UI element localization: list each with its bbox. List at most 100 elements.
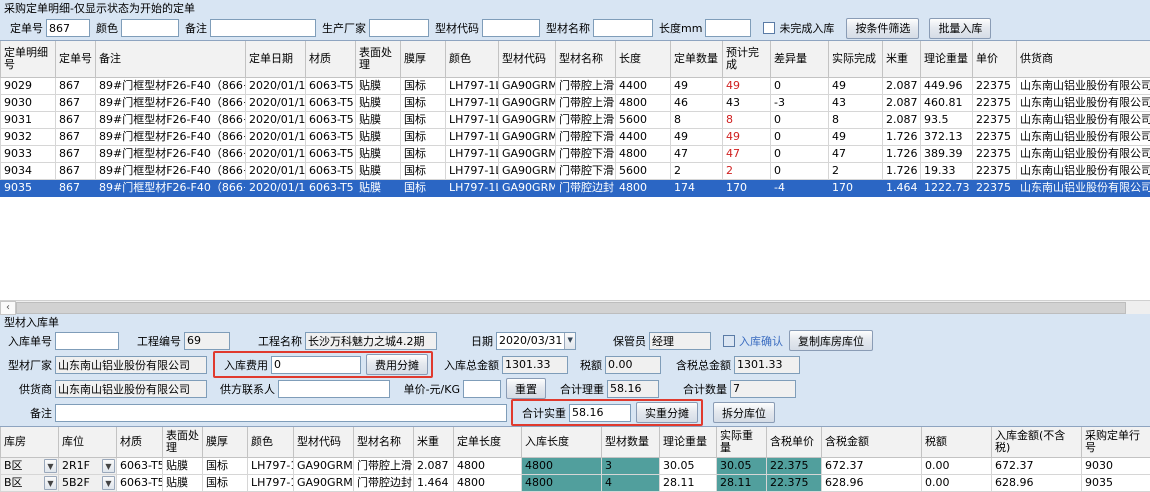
column-header[interactable]: 型材代码 bbox=[499, 41, 556, 77]
table-row[interactable]: B区▼5B2F▼6063-T5贴膜国标LH797-1LL0GA90GRM05门带… bbox=[1, 474, 1150, 491]
column-header[interactable]: 入库长度 bbox=[522, 427, 602, 457]
table-row[interactable]: 903286789#门框型材F26-F40（866+867）2020/01/13… bbox=[1, 128, 1150, 145]
column-header[interactable]: 实际重量 bbox=[717, 427, 767, 457]
tax-input[interactable] bbox=[605, 356, 661, 374]
cell: 174 bbox=[671, 179, 723, 196]
dropdown-icon[interactable]: ▼ bbox=[44, 476, 57, 490]
keeper-input[interactable] bbox=[649, 332, 711, 350]
unit-price-input[interactable] bbox=[463, 380, 501, 398]
table-row[interactable]: 903186789#门框型材F26-F40（866+867）2020/01/13… bbox=[1, 111, 1150, 128]
column-header[interactable]: 含税单价 bbox=[767, 427, 822, 457]
column-header[interactable]: 表面处理 bbox=[163, 427, 203, 457]
column-header[interactable]: 米重 bbox=[883, 41, 921, 77]
table-row[interactable]: 903486789#门框型材F26-F40（866+867）2020/01/13… bbox=[1, 162, 1150, 179]
horizontal-scrollbar[interactable]: ‹ bbox=[0, 300, 1150, 314]
column-header[interactable]: 差异量 bbox=[771, 41, 829, 77]
date-input[interactable]: 2020/03/31 ▼ bbox=[496, 332, 576, 350]
column-header[interactable]: 库位 bbox=[59, 427, 117, 457]
column-header[interactable]: 材质 bbox=[117, 427, 163, 457]
dropdown-icon[interactable]: ▼ bbox=[44, 459, 57, 473]
column-header[interactable]: 定单号 bbox=[56, 41, 96, 77]
checkbox-icon[interactable] bbox=[763, 22, 775, 34]
column-header[interactable]: 税额 bbox=[922, 427, 992, 457]
dropdown-icon[interactable]: ▼ bbox=[102, 459, 115, 473]
column-header[interactable]: 定单长度 bbox=[454, 427, 522, 457]
table-row[interactable]: 903386789#门框型材F26-F40（866+867）2020/01/13… bbox=[1, 145, 1150, 162]
column-header[interactable]: 颜色 bbox=[248, 427, 294, 457]
filter-input-profile-name[interactable] bbox=[593, 19, 653, 37]
date-dropdown-icon[interactable]: ▼ bbox=[564, 333, 575, 349]
column-header[interactable]: 米重 bbox=[414, 427, 454, 457]
fee-allocate-button[interactable]: 费用分摊 bbox=[366, 354, 428, 375]
filter-input-remark[interactable] bbox=[210, 19, 316, 37]
column-header[interactable]: 定单明细号 bbox=[1, 41, 56, 77]
column-header[interactable]: 型材名称 bbox=[556, 41, 616, 77]
copy-warehouse-button[interactable]: 复制库房库位 bbox=[789, 330, 873, 351]
supplier-contact-input[interactable] bbox=[278, 380, 390, 398]
column-header[interactable]: 型材代码 bbox=[294, 427, 354, 457]
column-header[interactable]: 采购定单行号 bbox=[1082, 427, 1150, 457]
cell: LH797-1LL0 bbox=[446, 128, 499, 145]
scrollbar-thumb[interactable] bbox=[16, 302, 1126, 314]
dropdown-icon[interactable]: ▼ bbox=[102, 476, 115, 490]
column-header[interactable]: 定单数量 bbox=[671, 41, 723, 77]
column-header[interactable]: 理论重量 bbox=[660, 427, 717, 457]
table-row[interactable]: 903586789#门框型材F26-F40（866+867）2020/01/13… bbox=[1, 179, 1150, 196]
column-header[interactable]: 预计完成 bbox=[723, 41, 771, 77]
cell: 49 bbox=[829, 128, 883, 145]
column-header[interactable]: 入库金额(不含税) bbox=[992, 427, 1082, 457]
column-header[interactable]: 单价 bbox=[973, 41, 1017, 77]
column-header[interactable]: 定单日期 bbox=[246, 41, 306, 77]
cell: 49 bbox=[671, 128, 723, 145]
cell: 0 bbox=[771, 77, 829, 94]
table-row[interactable]: B区▼2R1F▼6063-T5贴膜国标LH797-1LL0GA90GRM03门带… bbox=[1, 457, 1150, 474]
cell: 1.726 bbox=[883, 145, 921, 162]
remark-input[interactable] bbox=[55, 404, 507, 422]
cell: 5600 bbox=[616, 111, 671, 128]
checkbox-icon[interactable] bbox=[723, 335, 735, 347]
inbound-fee-input[interactable] bbox=[271, 356, 361, 374]
supplier-input[interactable] bbox=[55, 380, 207, 398]
total-theory-input[interactable] bbox=[607, 380, 659, 398]
column-header[interactable]: 型材名称 bbox=[354, 427, 414, 457]
unfinished-inbound-checkbox[interactable]: 未完成入库 bbox=[763, 20, 834, 36]
column-header[interactable]: 材质 bbox=[306, 41, 356, 77]
form-row-4: 备注 合计实重 实重分摊 拆分库位 bbox=[0, 401, 1150, 424]
filter-input-order-no[interactable] bbox=[46, 19, 90, 37]
inbound-no-input[interactable] bbox=[55, 332, 119, 350]
column-header[interactable]: 供货商 bbox=[1017, 41, 1150, 77]
split-location-button[interactable]: 拆分库位 bbox=[713, 402, 775, 423]
actual-allocate-button[interactable]: 实重分摊 bbox=[636, 402, 698, 423]
column-header[interactable]: 实际完成 bbox=[829, 41, 883, 77]
column-header[interactable]: 型材数量 bbox=[602, 427, 660, 457]
filter-by-condition-button[interactable]: 按条件筛选 bbox=[846, 18, 919, 39]
filter-input-color[interactable] bbox=[121, 19, 179, 37]
scroll-left-icon[interactable]: ‹ bbox=[0, 301, 16, 315]
column-header[interactable]: 膜厚 bbox=[401, 41, 446, 77]
column-header[interactable]: 膜厚 bbox=[203, 427, 248, 457]
column-header[interactable]: 含税金额 bbox=[822, 427, 922, 457]
column-header[interactable]: 颜色 bbox=[446, 41, 499, 77]
column-header[interactable]: 库房 bbox=[1, 427, 59, 457]
column-header[interactable]: 备注 bbox=[96, 41, 246, 77]
tax-total-input[interactable] bbox=[734, 356, 800, 374]
filter-input-manufacturer[interactable] bbox=[369, 19, 429, 37]
project-no-input[interactable] bbox=[184, 332, 230, 350]
cell: 9035 bbox=[1, 179, 56, 196]
reset-button[interactable]: 重置 bbox=[506, 378, 546, 399]
table-row[interactable]: 902986789#门框型材F26-F40（866+867）2020/01/13… bbox=[1, 77, 1150, 94]
factory-input[interactable] bbox=[55, 356, 207, 374]
filter-input-profile-code[interactable] bbox=[482, 19, 540, 37]
batch-inbound-button[interactable]: 批量入库 bbox=[929, 18, 991, 39]
total-amount-input[interactable] bbox=[502, 356, 568, 374]
cell: B区▼ bbox=[1, 457, 59, 474]
table-row[interactable]: 903086789#门框型材F26-F40（866+867）2020/01/13… bbox=[1, 94, 1150, 111]
column-header[interactable]: 表面处理 bbox=[356, 41, 401, 77]
column-header[interactable]: 长度 bbox=[616, 41, 671, 77]
filter-input-length[interactable] bbox=[705, 19, 751, 37]
inbound-confirm-checkbox[interactable]: 入库确认 bbox=[723, 333, 783, 349]
total-qty-input[interactable] bbox=[730, 380, 796, 398]
column-header[interactable]: 理论重量 bbox=[921, 41, 973, 77]
total-actual-input[interactable] bbox=[569, 404, 631, 422]
project-name-input[interactable] bbox=[305, 332, 437, 350]
